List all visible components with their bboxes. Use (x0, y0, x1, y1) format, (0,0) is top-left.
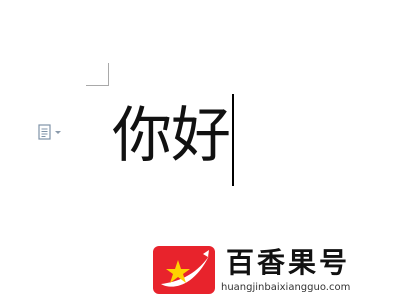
brand-logo (153, 246, 215, 294)
margin-corner-marker (86, 63, 109, 86)
watermark: 百香果号 huangjinbaixiangguo.com (153, 246, 383, 296)
brand-url: huangjinbaixiangguo.com (221, 282, 351, 293)
text-cursor (232, 94, 234, 186)
chevron-down-icon (55, 130, 61, 134)
paste-options-button[interactable] (38, 124, 66, 140)
document-text: 你好 (112, 101, 231, 171)
paste-options-icon (38, 124, 52, 140)
document-text-line[interactable]: 你好 (112, 94, 234, 186)
brand-title: 百香果号 (226, 246, 351, 279)
